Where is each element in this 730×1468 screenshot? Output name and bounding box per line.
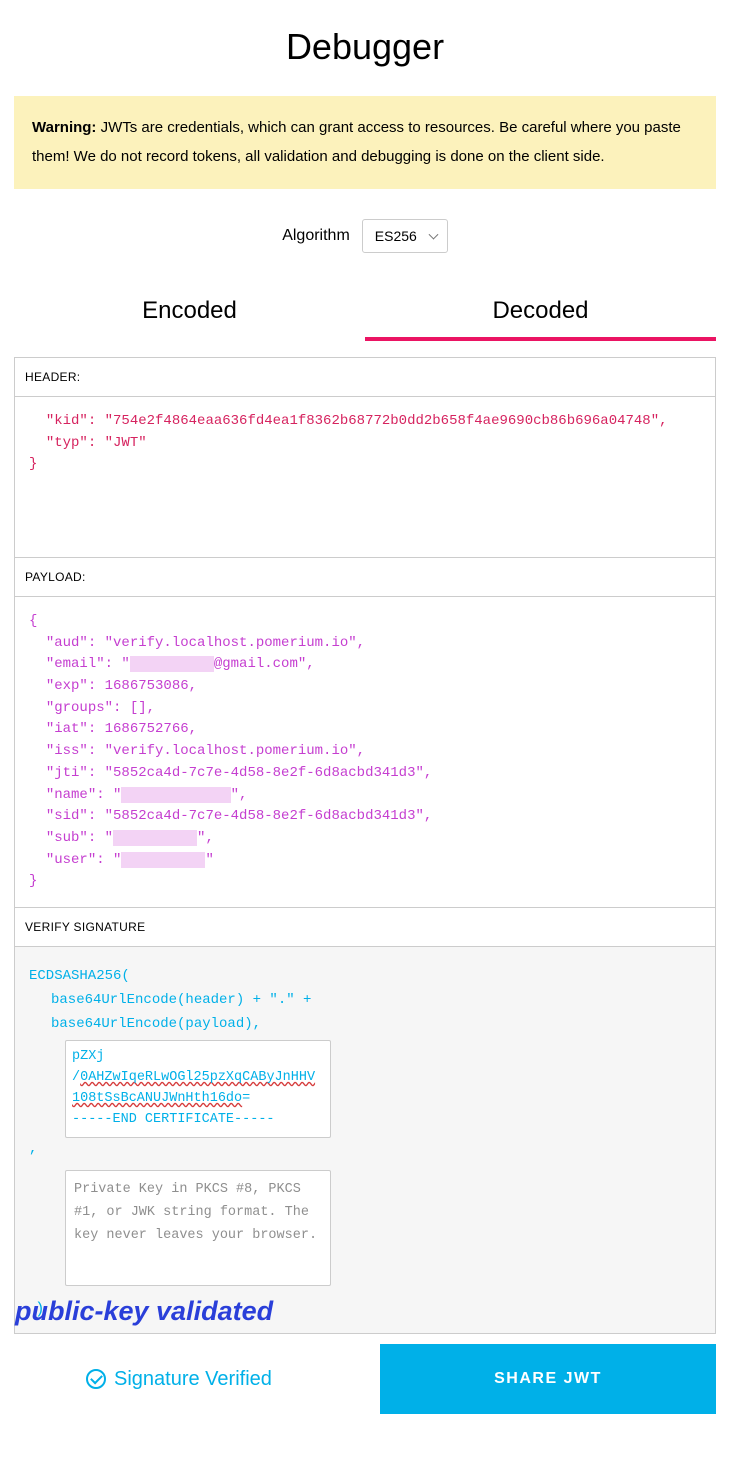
algorithm-value: ES256 bbox=[375, 228, 417, 244]
pub-slash: / bbox=[72, 1070, 80, 1085]
verify-enc-header: base64UrlEncode(header) + "." + bbox=[51, 989, 701, 1013]
verify-alg: ECDSASHA256( bbox=[29, 965, 701, 989]
pub-red1: 0AHZwIqeRLwOGl25pzXqCAByJnHHV bbox=[80, 1070, 315, 1085]
payload-mid: "exp": 1686753086, "groups": [], "iat": … bbox=[29, 678, 432, 802]
tabs: Encoded Decoded bbox=[14, 287, 716, 341]
payload-json[interactable]: { "aud": "verify.localhost.pomerium.io",… bbox=[15, 597, 715, 907]
verify-signature-area: ECDSASHA256( base64UrlEncode(header) + "… bbox=[15, 947, 715, 1333]
payload-email-tail: @gmail.com", bbox=[214, 656, 315, 672]
tab-encoded[interactable]: Encoded bbox=[14, 287, 365, 341]
payload-user-redacted: xxxxxxxxxx bbox=[121, 852, 205, 868]
pub-red2: 108tSsBcANUJWnHth16do bbox=[72, 1091, 242, 1106]
header-section-label: HEADER: bbox=[15, 358, 715, 397]
payload-section-label: PAYLOAD: bbox=[15, 558, 715, 597]
page-title: Debugger bbox=[14, 26, 716, 68]
check-circle-icon bbox=[86, 1369, 106, 1389]
trailing-comma: , bbox=[29, 1141, 37, 1157]
payload-sub-redacted: xxxxxxxxxx bbox=[113, 830, 197, 846]
decoded-panel: HEADER: "kid": "754e2f4864eaa636fd4ea1f8… bbox=[14, 357, 716, 1334]
annotation-public-key-validated: public-key validated bbox=[15, 1289, 273, 1335]
private-key-input[interactable]: Private Key in PKCS #8, PKCS #1, or JWK … bbox=[65, 1170, 331, 1286]
pub-eq: = bbox=[242, 1091, 250, 1106]
verify-enc-payload: base64UrlEncode(payload), bbox=[51, 1013, 701, 1037]
share-jwt-button[interactable]: SHARE JWT bbox=[380, 1344, 716, 1414]
pub-plain1: pZXj bbox=[72, 1049, 104, 1064]
algorithm-select[interactable]: ES256 bbox=[362, 219, 448, 253]
public-key-input[interactable]: pZXj /0AHZwIqeRLwOGl25pzXqCAByJnHHV 108tSs… bbox=[65, 1040, 331, 1138]
signature-verified-status: Signature Verified bbox=[86, 1368, 272, 1391]
header-json[interactable]: "kid": "754e2f4864eaa636fd4ea1f8362b6877… bbox=[15, 397, 715, 557]
warning-text: JWTs are credentials, which can grant ac… bbox=[32, 119, 681, 165]
payload-name-redacted: xxxx xxxxxxxx bbox=[121, 787, 230, 803]
warning-banner: Warning: JWTs are credentials, which can… bbox=[14, 96, 716, 189]
algorithm-label: Algorithm bbox=[282, 227, 350, 245]
signature-verified-label: Signature Verified bbox=[114, 1368, 272, 1391]
tab-decoded[interactable]: Decoded bbox=[365, 287, 716, 341]
pub-end: -----END CERTIFICATE----- bbox=[72, 1112, 275, 1127]
payload-email-redacted: xxxxxxxxxx bbox=[130, 656, 214, 672]
warning-label: Warning: bbox=[32, 119, 96, 136]
verify-section-label: VERIFY SIGNATURE bbox=[15, 908, 715, 947]
